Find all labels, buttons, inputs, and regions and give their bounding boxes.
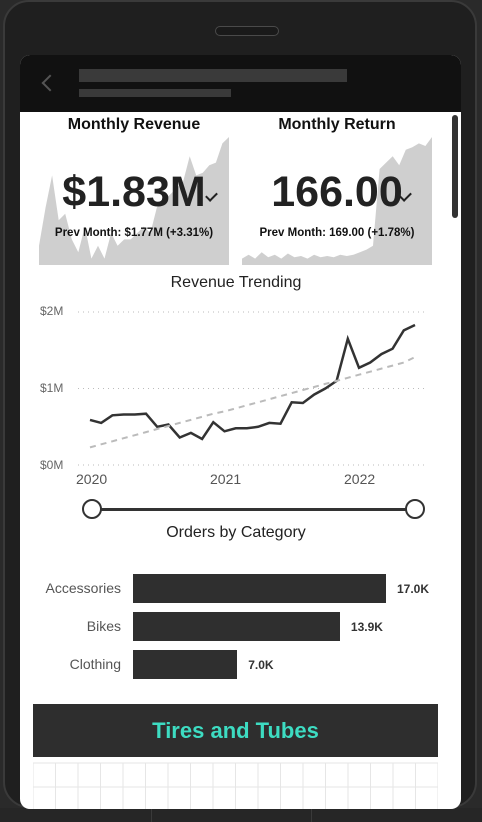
taskbar-strip xyxy=(0,808,482,822)
category-value-label: 17.0K xyxy=(397,582,430,596)
banner-label: Tires and Tubes xyxy=(152,718,319,743)
category-label: Bikes xyxy=(86,618,121,634)
category-label: Accessories xyxy=(45,580,121,596)
category-bar[interactable] xyxy=(133,574,386,603)
date-range-start-handle[interactable] xyxy=(82,499,102,519)
date-range-end-handle[interactable] xyxy=(405,499,425,519)
x-tick-label: 2022 xyxy=(344,471,376,487)
date-range-slider-track[interactable] xyxy=(90,508,414,511)
table-grid xyxy=(32,757,439,809)
taskbar-divider xyxy=(151,808,152,822)
speaker xyxy=(215,26,279,36)
revenue-line-chart[interactable] xyxy=(20,55,461,495)
x-tick-label: 2020 xyxy=(76,471,108,487)
tires-and-tubes-banner[interactable]: Tires and Tubes xyxy=(33,704,438,757)
chart-title: Orders by Category xyxy=(166,524,306,541)
table-grid-lines xyxy=(32,762,439,809)
category-bar[interactable] xyxy=(133,650,238,679)
report-screen: Monthly Revenue $1.83M Prev Month: $1.77… xyxy=(20,55,461,809)
revenue-series-line xyxy=(89,323,416,441)
x-tick-label: 2021 xyxy=(210,471,242,487)
taskbar-divider xyxy=(311,808,312,822)
category-bar[interactable] xyxy=(133,612,340,641)
category-value-label: 7.0K xyxy=(248,658,274,672)
category-label: Clothing xyxy=(69,656,121,672)
category-value-label: 13.9K xyxy=(350,620,383,634)
trend-series-line xyxy=(89,356,416,449)
